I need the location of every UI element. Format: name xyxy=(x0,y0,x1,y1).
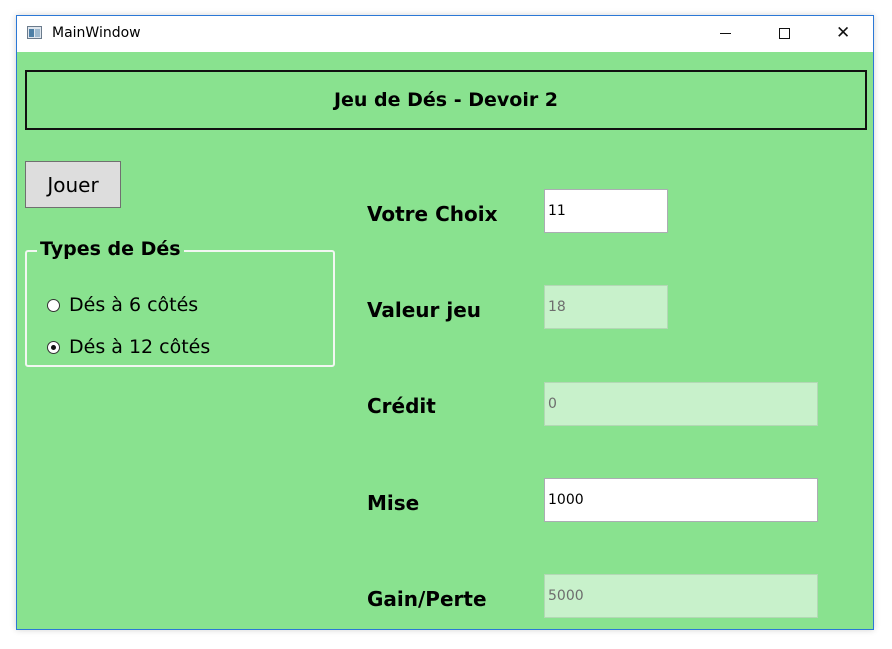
header-banner: Jeu de Dés - Devoir 2 xyxy=(25,70,867,130)
minimize-button[interactable] xyxy=(697,16,755,52)
dice-type-legend: Types de Dés xyxy=(37,238,184,260)
bet-label: Mise xyxy=(367,491,420,515)
radio-button-checked[interactable] xyxy=(47,340,60,354)
play-button[interactable]: Jouer xyxy=(25,161,121,208)
close-icon: ✕ xyxy=(836,23,851,43)
app-icon xyxy=(27,26,42,39)
radio-six-sided[interactable]: Dés à 6 côtés xyxy=(47,294,198,316)
minimize-icon xyxy=(720,33,731,34)
gain-loss-field: 5000 xyxy=(544,574,818,618)
title-bar[interactable]: MainWindow ✕ xyxy=(17,16,873,52)
credit-label: Crédit xyxy=(367,394,436,418)
dice-type-group: Types de Dés Dés à 6 côtés Dés à 12 côté… xyxy=(25,238,335,367)
radio-button[interactable] xyxy=(47,298,60,312)
game-value-label: Valeur jeu xyxy=(367,298,482,322)
main-window: MainWindow ✕ Jeu de Dés - Devoir 2 Jouer… xyxy=(16,15,874,630)
gain-loss-label: Gain/Perte xyxy=(367,587,487,611)
radio-twelve-sided[interactable]: Dés à 12 côtés xyxy=(47,336,210,358)
radio-label: Dés à 12 côtés xyxy=(69,336,211,358)
radio-label: Dés à 6 côtés xyxy=(69,294,199,316)
choice-label: Votre Choix xyxy=(367,202,498,226)
choice-input[interactable]: 11 xyxy=(544,189,668,233)
bet-input[interactable]: 1000 xyxy=(544,478,818,522)
game-value-field: 18 xyxy=(544,285,668,329)
client-area: Jeu de Dés - Devoir 2 Jouer Types de Dés… xyxy=(17,52,873,629)
maximize-icon xyxy=(779,28,790,39)
window-title: MainWindow xyxy=(52,25,141,41)
credit-field: 0 xyxy=(544,382,818,426)
page-title: Jeu de Dés - Devoir 2 xyxy=(333,89,559,111)
maximize-button[interactable] xyxy=(755,16,813,52)
close-button[interactable]: ✕ xyxy=(814,16,872,52)
